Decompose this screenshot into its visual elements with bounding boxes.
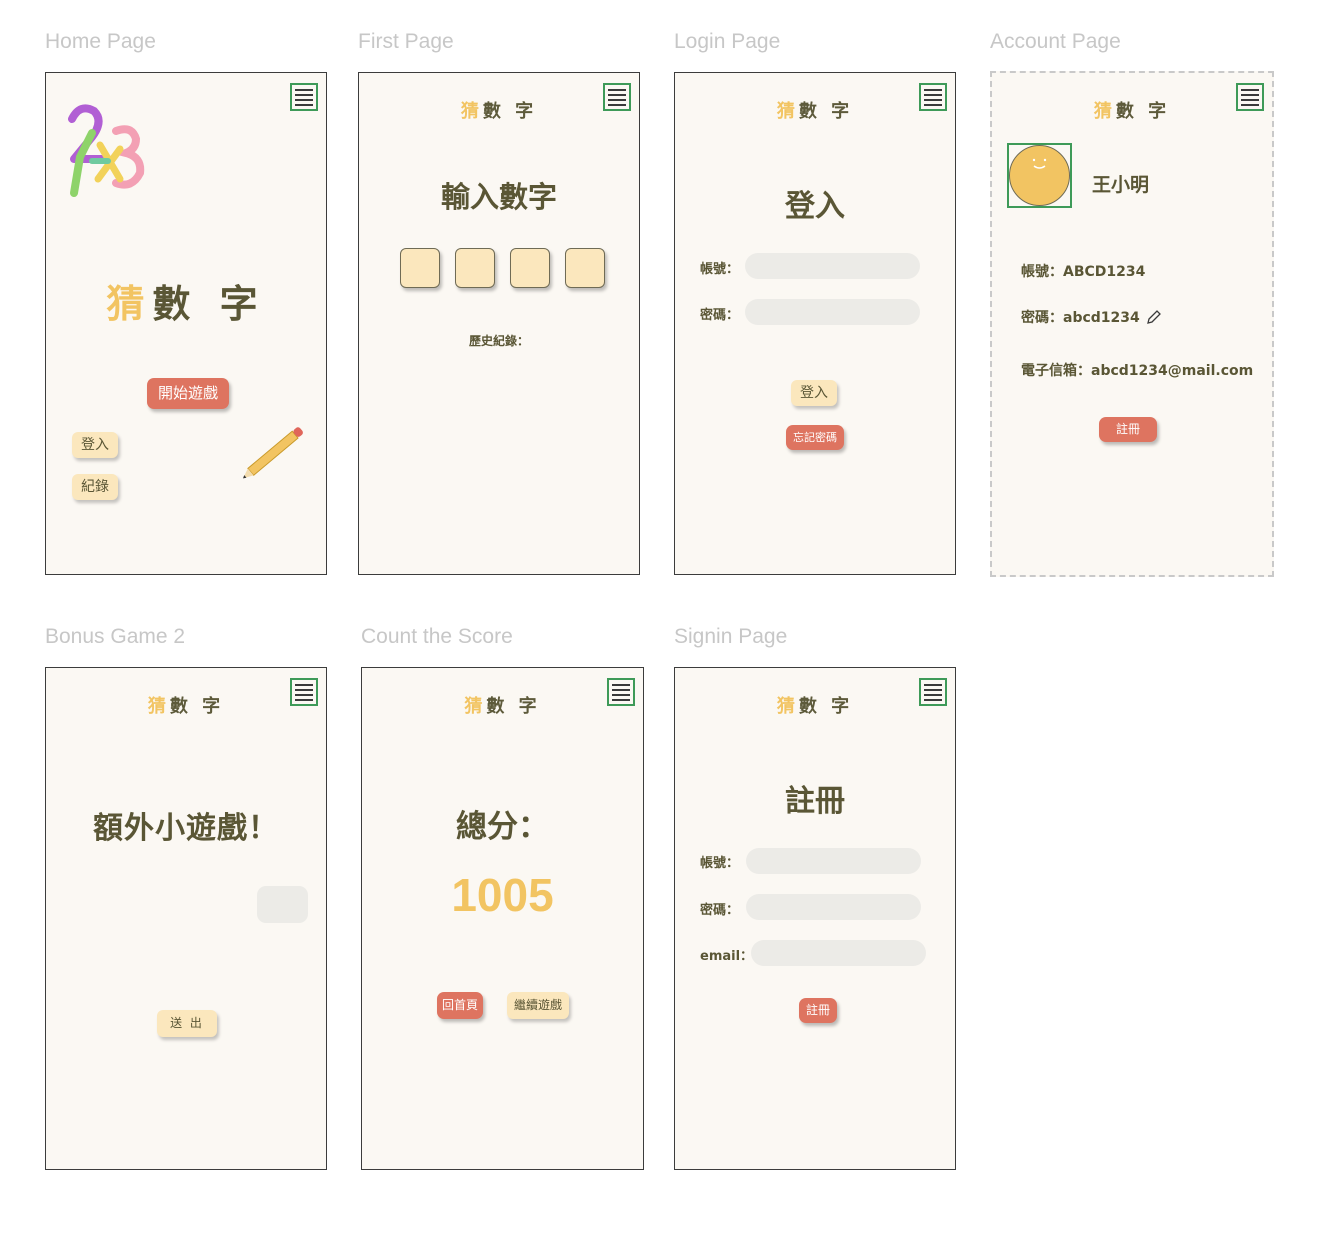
- frame-label-home: Home Page: [45, 30, 156, 53]
- frame-label-login: Login Page: [674, 30, 781, 53]
- email-input[interactable]: [751, 940, 926, 966]
- menu-icon[interactable]: [290, 83, 318, 111]
- register-button[interactable]: 註冊: [1099, 417, 1157, 442]
- smiley-icon: [1009, 145, 1070, 206]
- signin-heading: 註冊: [785, 784, 845, 819]
- brand-logo: 猜數 字: [464, 696, 541, 717]
- history-label: 歷史紀錄：: [468, 334, 529, 348]
- login-heading: 登入: [785, 189, 845, 224]
- account-input[interactable]: [746, 848, 921, 874]
- digit-input-4[interactable]: [565, 248, 605, 288]
- password-label: 密碼：: [700, 903, 740, 918]
- login-submit-button[interactable]: 登入: [791, 380, 837, 406]
- brand-logo: 猜數 字: [776, 101, 854, 122]
- score-page-frame: 猜數 字 總分： 1005 回首頁 繼續遊戲: [361, 667, 644, 1170]
- frame-label-score: Count the Score: [361, 625, 513, 648]
- frame-label-account: Account Page: [990, 30, 1121, 53]
- submit-button[interactable]: 送 出: [157, 1010, 217, 1037]
- password-info: 密碼：abcd1234: [1021, 310, 1140, 326]
- email-label: email：: [700, 949, 754, 964]
- brand-logo: 猜數 字: [1093, 101, 1171, 122]
- bonus-heading: 額外小遊戲！: [93, 811, 279, 846]
- frame-label-signin: Signin Page: [674, 625, 788, 648]
- first-page-frame: 猜數 字 輸入數字 歷史紀錄：: [358, 72, 640, 575]
- digit-input-1[interactable]: [400, 248, 440, 288]
- home-page-frame: 猜數 字 開始遊戲 登入 紀錄: [45, 72, 327, 575]
- brand-logo: 猜數 字: [147, 696, 225, 717]
- score-heading: 總分：: [456, 809, 549, 845]
- start-game-button[interactable]: 開始遊戲: [147, 378, 229, 409]
- password-input[interactable]: [745, 299, 920, 325]
- password-label: 密碼：: [700, 308, 740, 323]
- login-page-frame: 猜數 字 登入 帳號： 密碼： 登入 忘記密碼: [674, 72, 956, 575]
- input-number-heading: 輸入數字: [440, 180, 557, 214]
- numbers-logo-icon: [68, 104, 145, 197]
- password-input[interactable]: [746, 894, 921, 920]
- forgot-password-button[interactable]: 忘記密碼: [786, 425, 844, 450]
- bonus-answer-input[interactable]: [257, 886, 308, 923]
- account-page-frame: 猜數 字 王小明 帳號：ABCD1234 密碼：abcd1234 電子信箱：ab…: [990, 71, 1274, 577]
- account-label: 帳號：: [700, 262, 740, 277]
- account-label: 帳號：: [700, 856, 740, 871]
- frame-label-first: First Page: [358, 30, 454, 53]
- signin-page-frame: 猜數 字 註冊 帳號： 密碼： email： 註冊: [674, 667, 956, 1170]
- home-title: 猜數 字: [106, 282, 266, 326]
- digit-input-3[interactable]: [510, 248, 550, 288]
- score-value: 1005: [451, 869, 554, 921]
- account-input[interactable]: [745, 253, 920, 279]
- register-submit-button[interactable]: 註冊: [799, 998, 837, 1023]
- login-button[interactable]: 登入: [72, 432, 118, 458]
- frame-label-bonus: Bonus Game 2: [45, 625, 186, 648]
- back-home-button[interactable]: 回首頁: [437, 992, 483, 1019]
- pencil-icon: [243, 427, 303, 479]
- account-info: 帳號：ABCD1234: [1021, 264, 1146, 280]
- avatar[interactable]: [1007, 143, 1072, 208]
- digit-input-2[interactable]: [455, 248, 495, 288]
- brand-logo: 猜數 字: [776, 696, 854, 717]
- username: 王小明: [1092, 174, 1150, 196]
- continue-game-button[interactable]: 繼續遊戲: [507, 992, 569, 1019]
- bonus-game-frame: 猜數 字 額外小遊戲！ 送 出: [45, 667, 327, 1170]
- edit-pencil-icon[interactable]: [1146, 309, 1162, 325]
- records-button[interactable]: 紀錄: [72, 474, 118, 500]
- email-info: 電子信箱：abcd1234@mail.com: [1021, 363, 1254, 379]
- brand-logo: 猜數 字: [460, 101, 538, 122]
